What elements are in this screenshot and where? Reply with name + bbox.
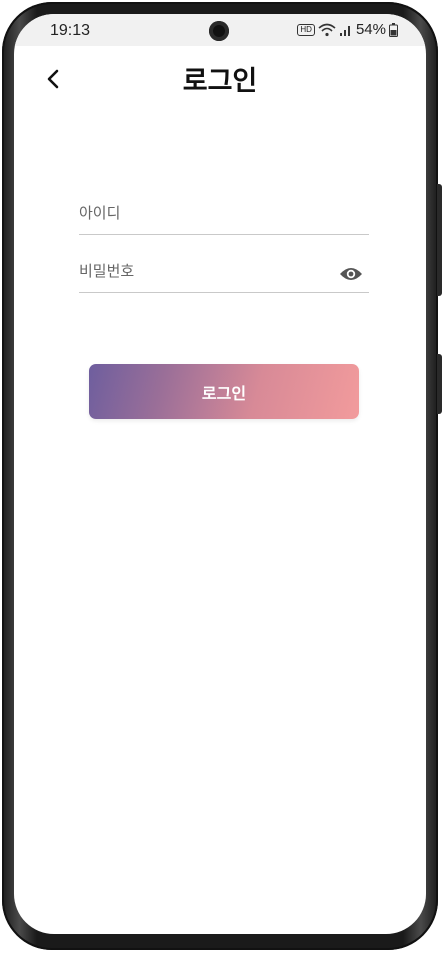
password-field [79, 256, 369, 293]
volume-button [437, 184, 442, 296]
hd-badge: HD [297, 23, 315, 36]
password-input[interactable] [79, 262, 319, 280]
power-button [437, 354, 442, 414]
id-field [79, 198, 369, 235]
id-input[interactable] [79, 204, 319, 222]
status-time: 19:13 [50, 22, 91, 39]
front-camera [209, 21, 229, 41]
page-title: 로그인 [182, 66, 258, 97]
status-icons: HD 54% [297, 21, 398, 38]
login-button[interactable]: 로그인 [89, 364, 359, 419]
signal-icon [339, 23, 353, 37]
status-bar: 19:13 HD 54% [14, 14, 426, 46]
eye-icon[interactable] [339, 266, 363, 282]
battery-percent: 54% [355, 21, 386, 38]
battery-icon [389, 22, 398, 37]
screen: 19:13 HD 54% 로그인 아이디 로그인 [14, 14, 426, 934]
phone-frame: 19:13 HD 54% 로그인 아이디 로그인 [2, 2, 442, 950]
wifi-icon [318, 23, 336, 37]
